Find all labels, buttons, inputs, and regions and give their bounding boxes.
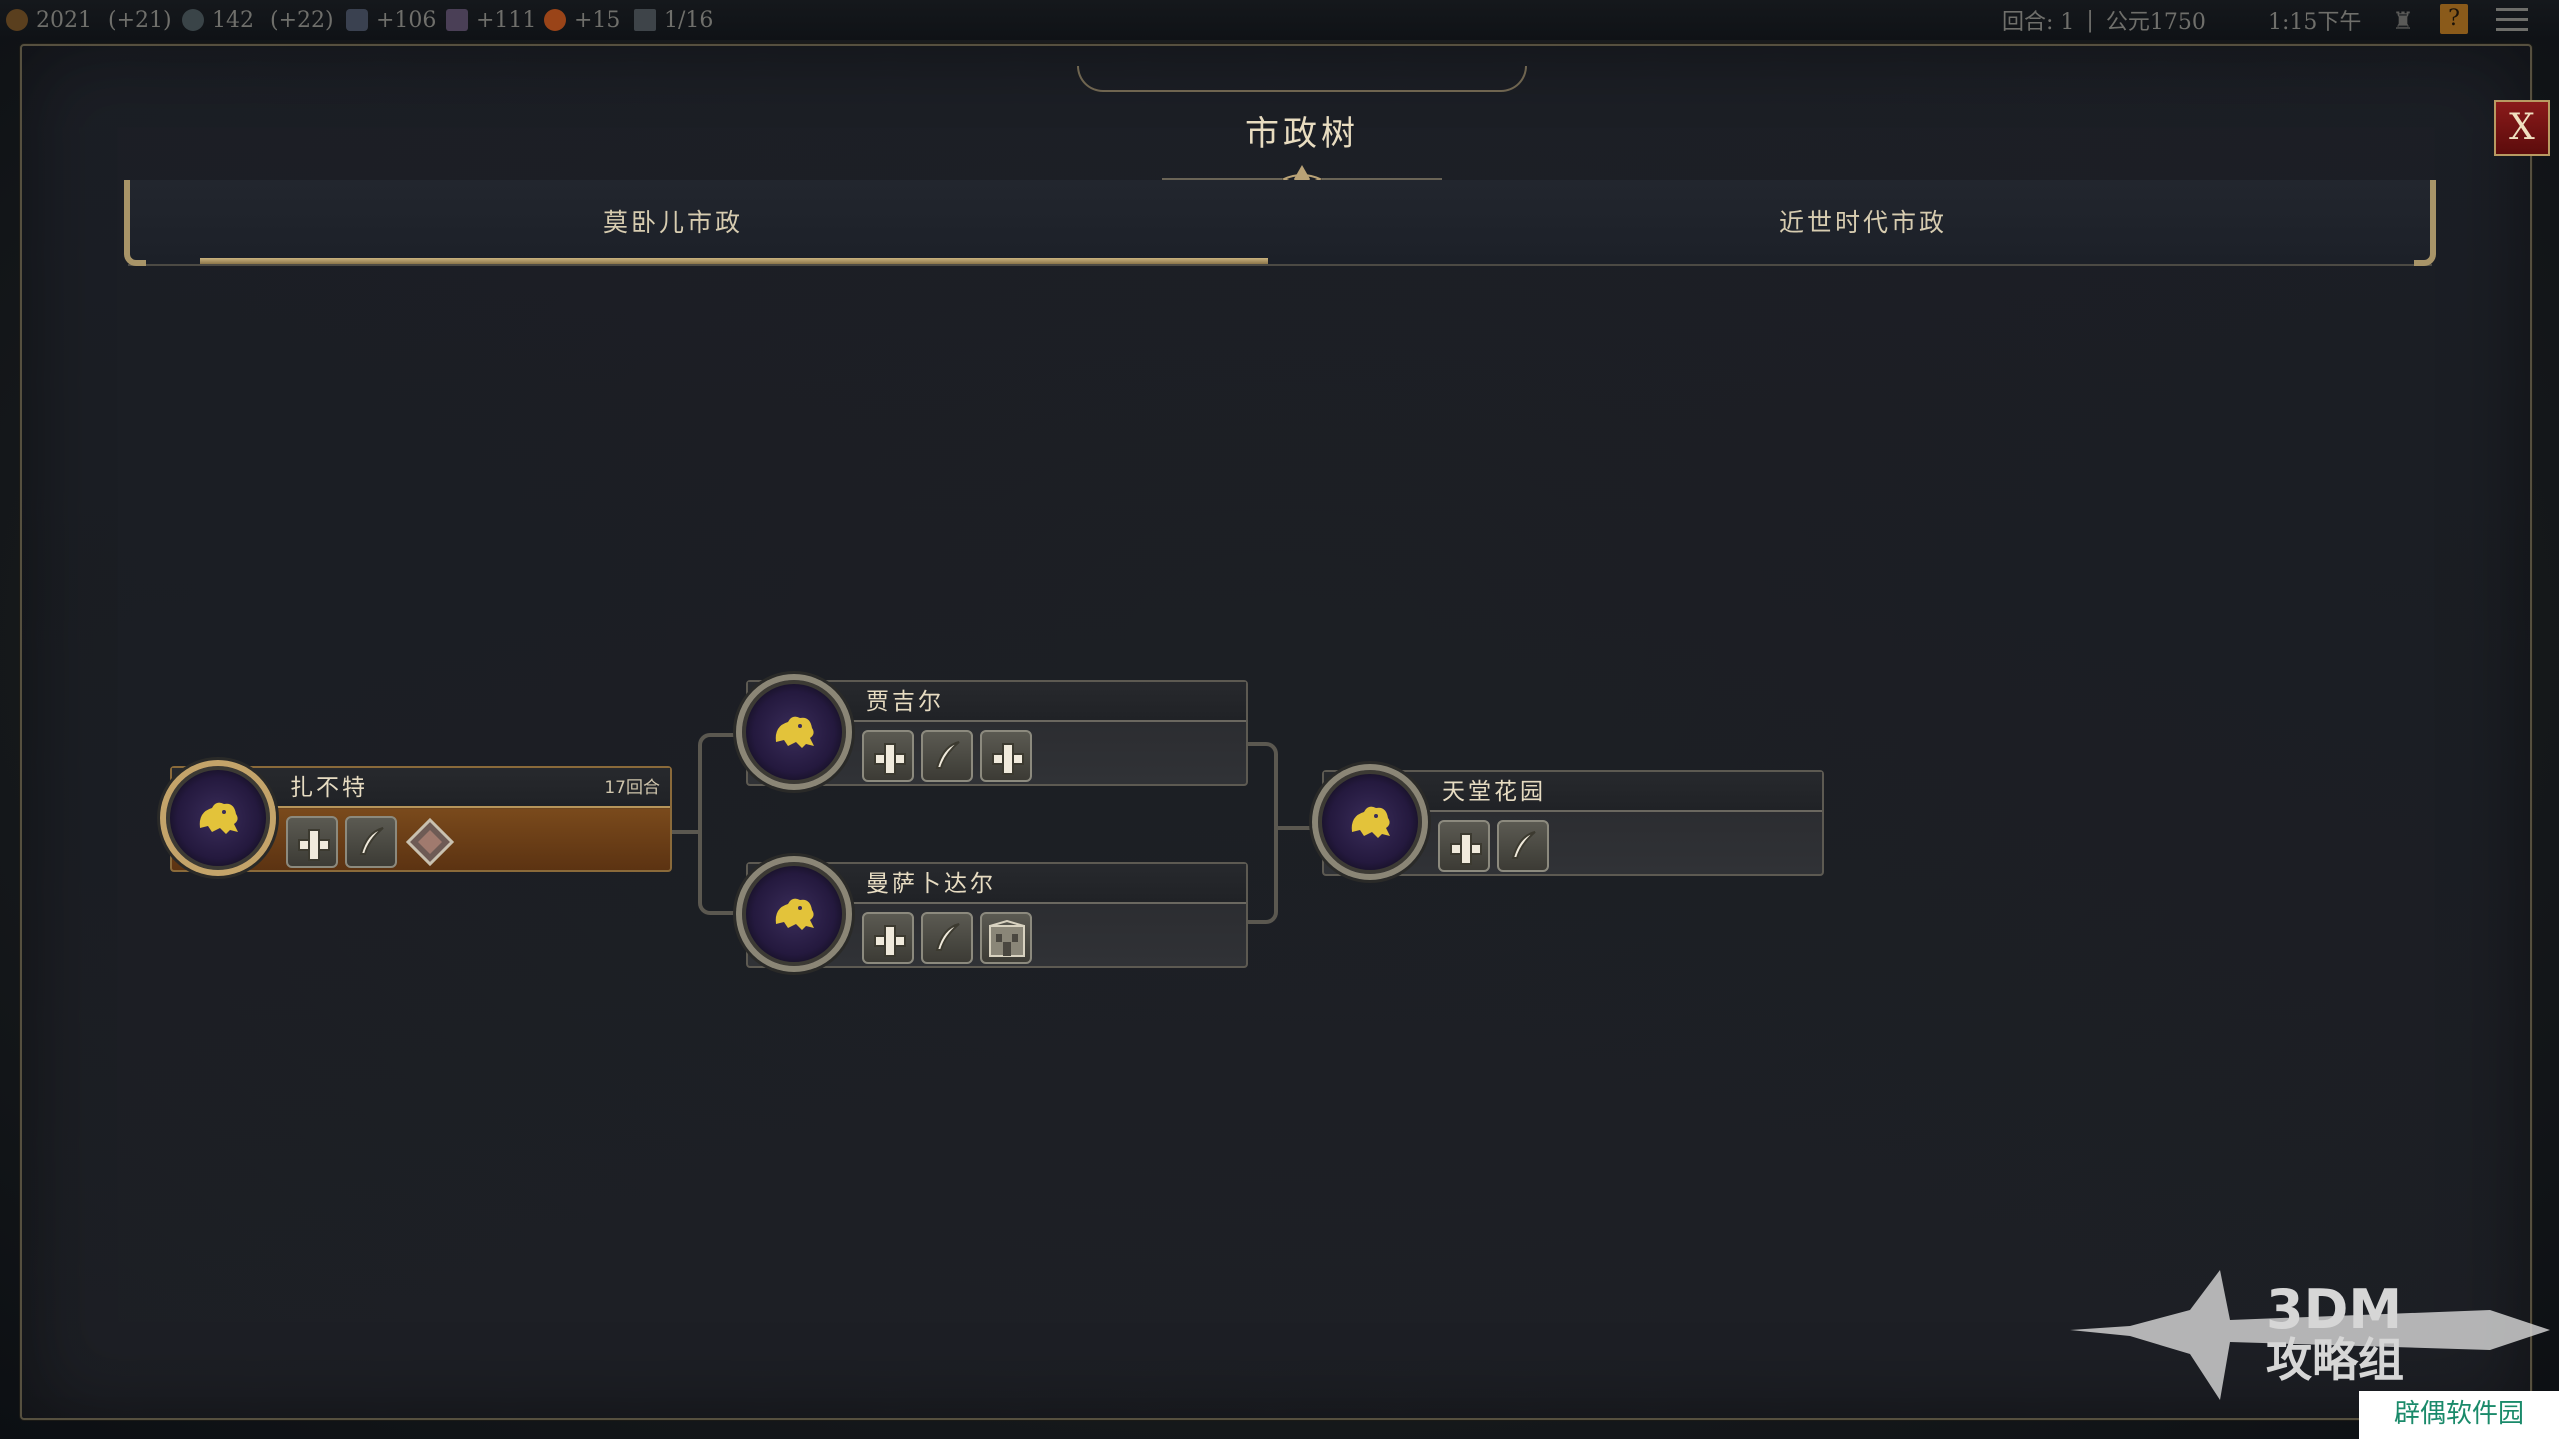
lion-icon <box>199 802 238 834</box>
era-tabs: 莫卧儿市政 近世时代市政 <box>128 180 2432 266</box>
connector-line <box>1244 742 1278 924</box>
unlock-list <box>1438 820 1549 872</box>
plus-icon[interactable] <box>862 912 914 964</box>
gold-icon <box>6 9 28 31</box>
resource-bar: 2021 (+21) 142 (+22) +106 +111 +15 1/16 … <box>0 0 2559 40</box>
science-rate: (+22) <box>270 7 334 33</box>
faith-rate: +106 <box>376 7 437 33</box>
tab-bracket-right <box>2414 180 2436 266</box>
cities-count: 1/16 <box>664 7 714 33</box>
science-resource[interactable]: 142 (+22) <box>182 6 334 34</box>
faith-resource[interactable]: +106 <box>346 6 436 34</box>
plus-icon[interactable] <box>286 816 338 868</box>
culture-rate: +111 <box>476 7 537 33</box>
tourism-rate: +15 <box>574 7 621 33</box>
science-icon <box>182 9 204 31</box>
gold-resource[interactable]: 2021 (+21) <box>6 6 172 34</box>
gold-rate: (+21) <box>108 7 172 33</box>
tab-mughal-civics[interactable]: 莫卧儿市政 <box>128 180 1218 266</box>
diamond-icon[interactable] <box>404 816 456 868</box>
quill-icon[interactable] <box>345 816 397 868</box>
gold-amount: 2021 <box>36 7 92 33</box>
turn-info: 回合: 1 | 公元1750 <box>2002 6 2206 36</box>
culture-resource[interactable]: +111 <box>446 6 536 34</box>
node-name: 扎不特 <box>290 775 368 801</box>
turn-separator: | <box>2086 7 2094 33</box>
game-screen: 2021 (+21) 142 (+22) +106 +111 +15 1/16 … <box>0 0 2559 1439</box>
turn-label: 回合: 1 <box>2002 10 2075 35</box>
tourism-icon <box>544 9 566 31</box>
node-portrait <box>160 760 276 876</box>
watermark-guide: 攻略组 <box>2266 1333 2404 1387</box>
watermark-site: 辟偶软件园 <box>2359 1391 2559 1439</box>
tab-renaissance-civics[interactable]: 近世时代市政 <box>1318 180 2408 266</box>
building-icon[interactable] <box>980 912 1032 964</box>
panel-title: 市政树 <box>1245 114 1359 154</box>
menu-icon[interactable] <box>2496 8 2528 32</box>
cities-resource[interactable]: 1/16 <box>634 6 713 34</box>
clock-text: 1:15下午 <box>2268 10 2362 35</box>
active-tab-indicator <box>200 258 1268 264</box>
node-portrait <box>1312 764 1428 880</box>
node-name: 曼萨卜达尔 <box>866 871 996 897</box>
tab-bracket-left <box>124 180 146 266</box>
science-amount: 142 <box>212 7 254 33</box>
tourism-resource[interactable]: +15 <box>544 6 620 34</box>
unlock-list <box>862 730 1032 782</box>
node-portrait <box>736 674 852 790</box>
notification-icon[interactable]: ♜ <box>2390 8 2416 34</box>
watermark-3dm: 3DM <box>2266 1278 2403 1341</box>
connector-line <box>670 830 700 834</box>
year-label: 公元1750 <box>2105 10 2206 35</box>
node-name: 天堂花园 <box>1442 779 1546 805</box>
node-portrait <box>736 856 852 972</box>
unlock-list <box>286 816 456 868</box>
lion-icon <box>1351 806 1390 838</box>
connector-line <box>698 733 748 915</box>
quill-icon[interactable] <box>921 730 973 782</box>
quill-icon[interactable] <box>921 912 973 964</box>
plus-icon[interactable] <box>862 730 914 782</box>
plus-icon[interactable] <box>1438 820 1490 872</box>
clock-label: 1:15下午 <box>2268 6 2362 35</box>
lion-icon <box>775 716 814 748</box>
plus-icon[interactable] <box>980 730 1032 782</box>
quill-icon[interactable] <box>1497 820 1549 872</box>
top-ornament <box>1077 66 1527 92</box>
node-turns: 17回合 <box>604 778 660 798</box>
node-name: 贾吉尔 <box>866 689 944 715</box>
culture-icon <box>446 9 468 31</box>
unlock-list <box>862 912 1032 964</box>
help-icon[interactable]: ? <box>2440 4 2468 34</box>
lion-icon <box>775 898 814 930</box>
city-icon <box>634 9 656 31</box>
close-button[interactable]: X <box>2494 100 2550 156</box>
faith-icon <box>346 9 368 31</box>
